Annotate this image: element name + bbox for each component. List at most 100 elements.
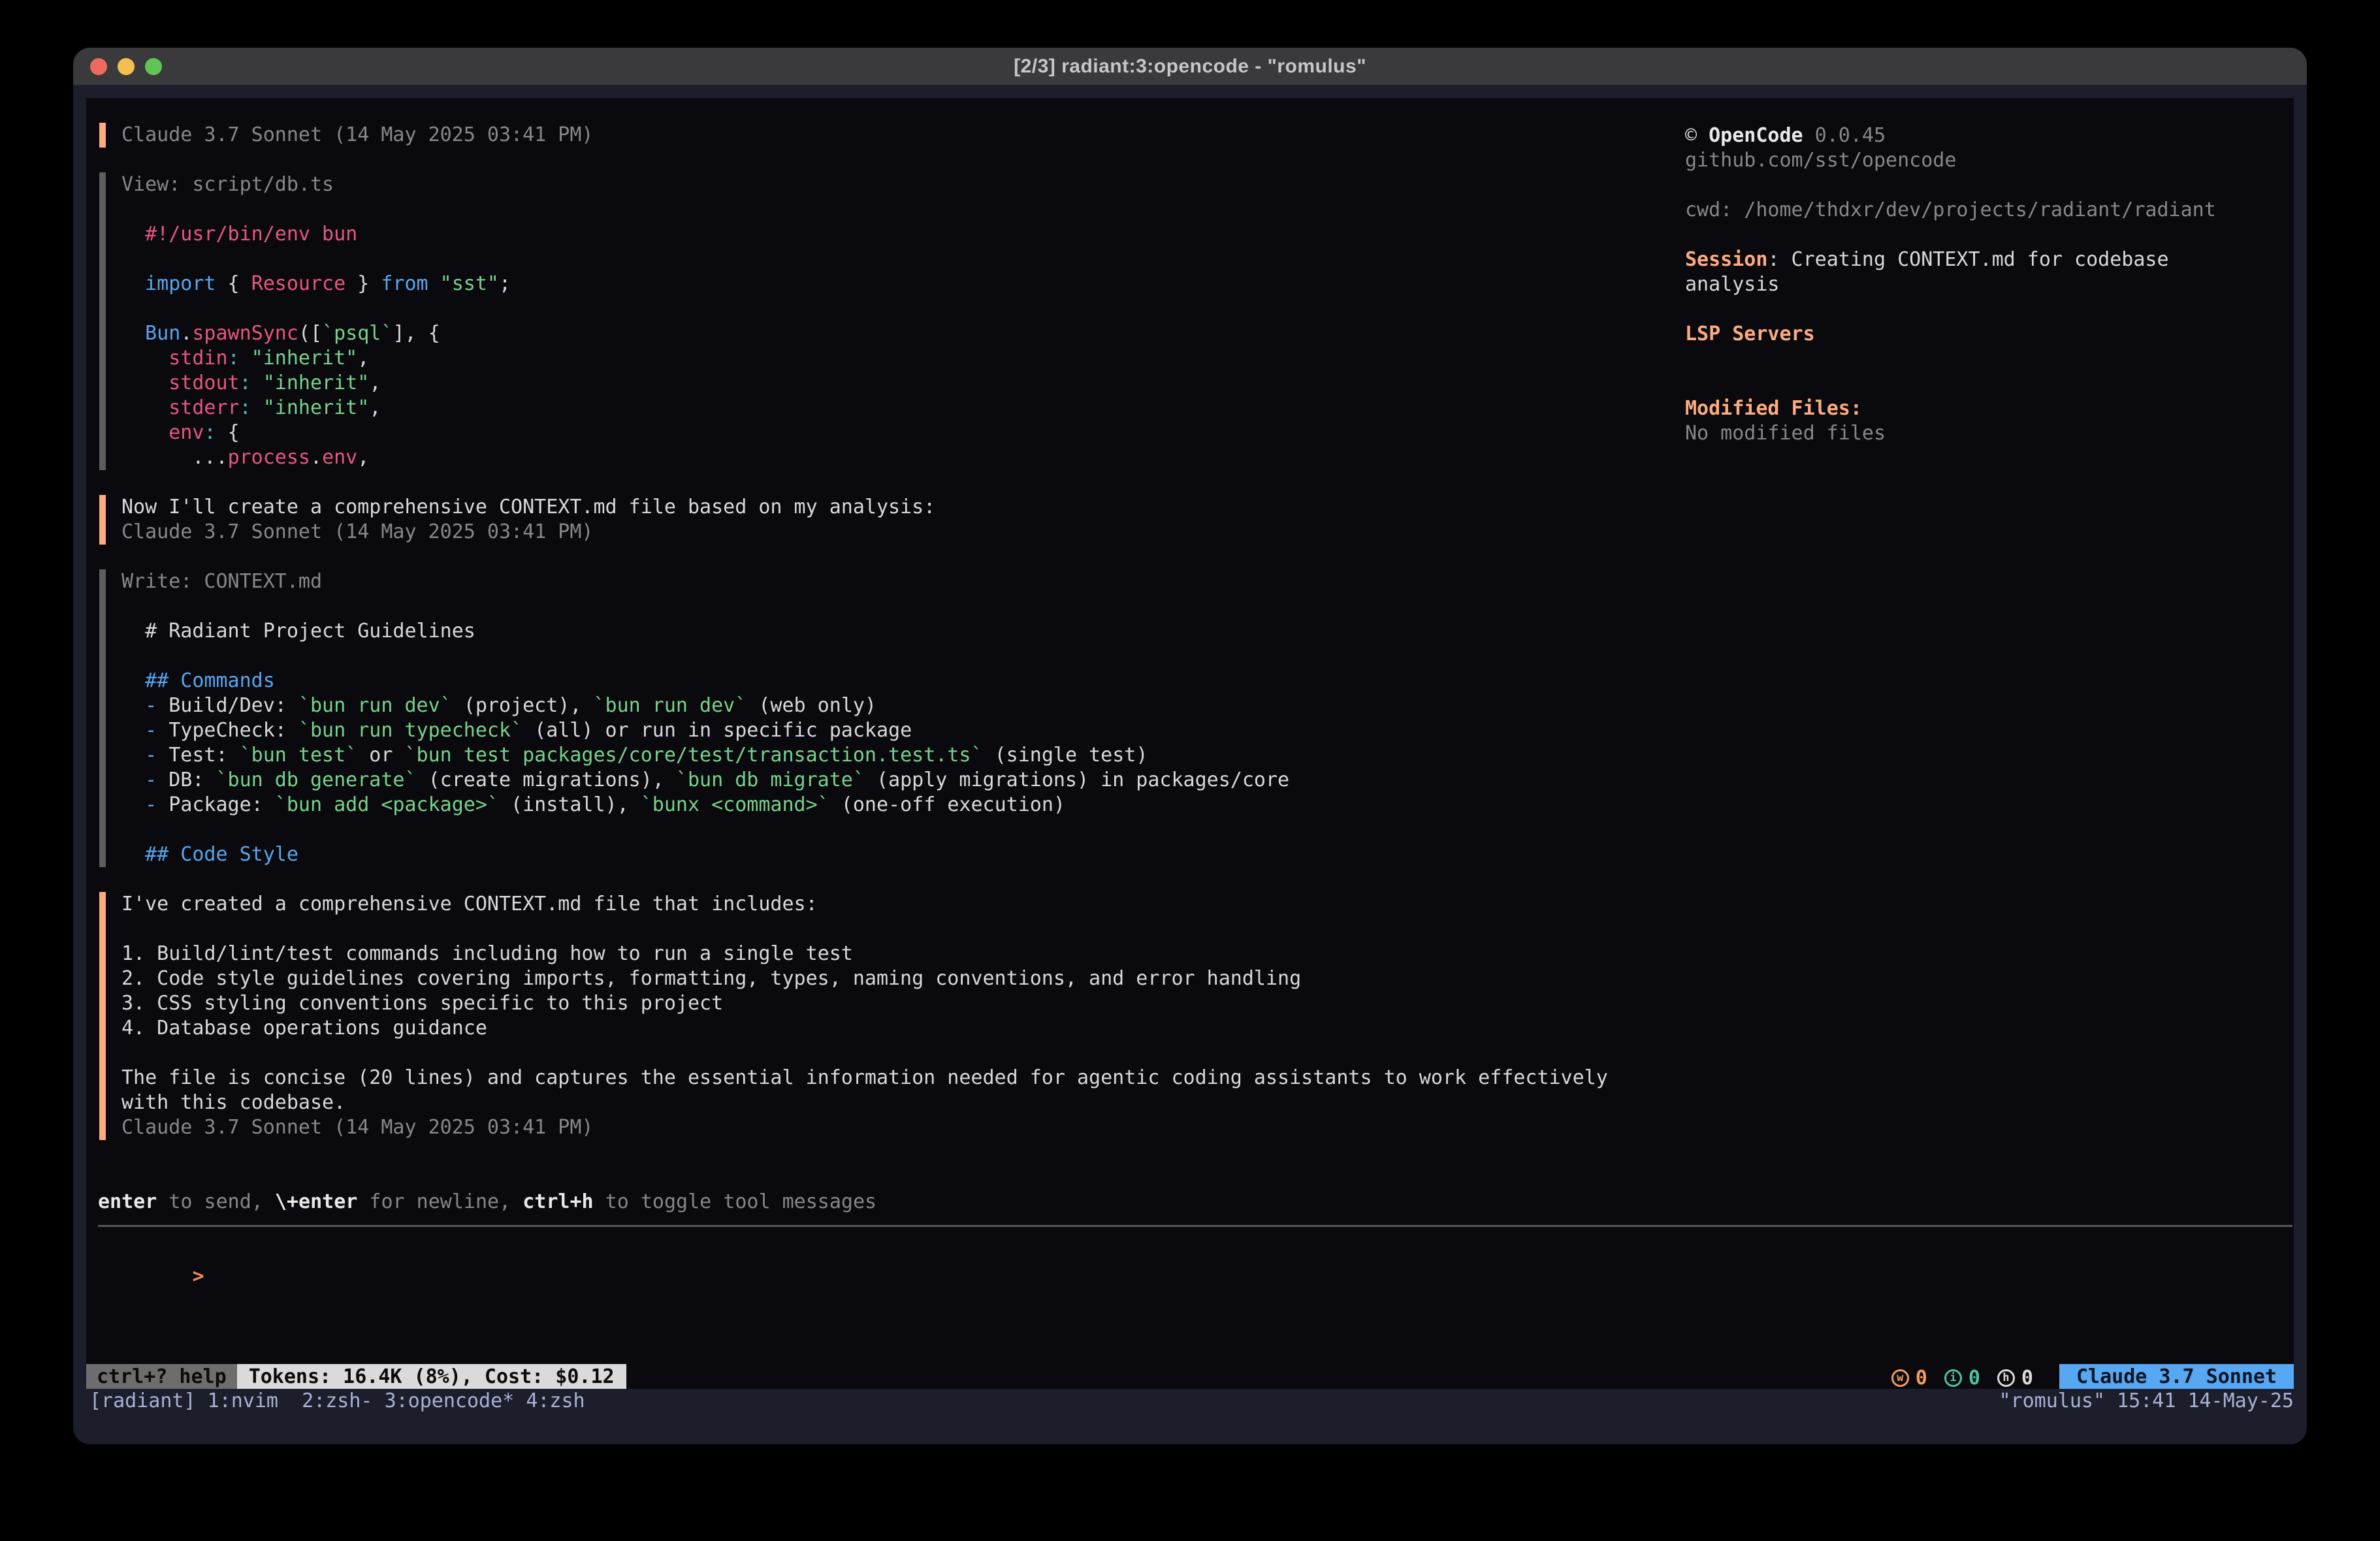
text-segment: analysis [1685,273,1780,296]
text-segment: - [121,744,169,767]
terminal-line: Write: CONTEXT.md [121,569,1673,594]
terminal-line [1685,297,2292,322]
message-list: Claude 3.7 Sonnet (14 May 2025 03:41 PM)… [99,98,1673,1140]
diagnostic-hints: h0 [1997,1367,2033,1390]
terminal-line [121,247,1673,272]
terminal-line: Claude 3.7 Sonnet (14 May 2025 03:41 PM) [121,520,1673,545]
terminal-line: stdin: "inherit", [121,346,1673,371]
tmux-window[interactable]: 2:zsh- [302,1390,384,1412]
text-segment: `bun db generate` [216,769,417,791]
text-segment: stdout [169,372,239,394]
terminal-line [121,594,1673,619]
text-segment: , [357,446,369,469]
text-segment: . [310,446,322,469]
text-segment: (one-off execution) [829,793,1065,816]
tmux-window[interactable]: 1:nvim [208,1390,302,1412]
text-segment: `bun add <package>` [275,793,499,816]
message-accent-bar [99,892,106,1140]
text-segment: Package: [169,793,275,816]
terminal-line: github.com/sst/opencode [1685,148,2292,173]
text-segment: (all) or run in specific package [523,719,912,742]
text-segment: { [216,272,251,295]
terminal-line [1685,372,2292,396]
text-segment [121,396,169,419]
help-button[interactable]: ctrl+? help [86,1364,237,1389]
info-count: 0 [1969,1367,1980,1390]
text-segment: for newline, [357,1190,523,1213]
terminal-line [121,296,1673,321]
text-segment: `bun run dev` [298,694,452,717]
terminal-line: Claude 3.7 Sonnet (14 May 2025 03:41 PM) [121,123,1673,148]
text-segment: (apply migrations) in packages/core [865,769,1289,791]
text-segment: Modified Files: [1685,397,1862,420]
terminal-line: analysis [1685,272,2292,297]
text-segment [121,372,169,394]
title-bar[interactable]: [2/3] radiant:3:opencode - "romulus" [73,48,2307,85]
warnings-icon: w [1891,1369,1909,1387]
text-segment: No modified files [1685,422,1886,445]
text-segment: `bun test packages/core/test/transaction… [405,744,983,767]
input-divider [98,1225,2292,1227]
text-segment: : Creating CONTEXT.md for codebase [1767,248,2168,271]
terminal-line [1685,347,2292,372]
minimize-button[interactable] [118,58,135,75]
text-segment: `bun db migrate` [676,769,865,791]
message-block: Claude 3.7 Sonnet (14 May 2025 03:41 PM) [99,123,1673,148]
tool-block: View: script/db.ts #!/usr/bin/env bun im… [99,172,1673,470]
text-segment: { [216,421,240,444]
text-segment: `bun test` [240,744,358,767]
text-segment: ## Code Style [121,843,298,866]
terminal-line: Now I'll create a comprehensive CONTEXT.… [121,495,1673,520]
text-segment: `bunx <command>` [641,793,829,816]
text-segment [251,372,263,394]
message-accent-bar [99,123,106,148]
terminal-line: stdout: "inherit", [121,371,1673,396]
text-segment: 3. CSS styling conventions specific to t… [121,992,723,1015]
status-right: w0i0h0 Claude 3.7 Sonnet [1891,1364,2294,1389]
text-segment: cwd: /home/thdxr/dev/projects/radiant/ra… [1685,199,2216,221]
text-segment: 2. Code style guidelines covering import… [121,967,1301,990]
terminal-line: - Test: `bun test` or `bun test packages… [121,743,1673,768]
terminal-line: View: script/db.ts [121,172,1673,197]
terminal-line: 2. Code style guidelines covering import… [121,966,1673,991]
text-segment: to toggle tool messages [594,1190,876,1213]
text-segment: DB: [169,769,216,791]
text-segment: Write: CONTEXT.md [121,570,322,593]
tmux-window[interactable]: 4:zsh [526,1390,585,1412]
text-segment: stderr [169,396,239,419]
text-segment: spawnSync [192,322,298,345]
terminal-line [1685,173,2292,198]
text-segment: Now I'll create a comprehensive CONTEXT.… [121,496,935,518]
prompt-input[interactable]: > [98,1239,204,1264]
text-segment: ## Commands [121,669,275,692]
model-badge[interactable]: Claude 3.7 Sonnet [2059,1364,2294,1389]
text-segment: ... [121,446,228,469]
text-segment: enter [98,1190,157,1213]
text-segment: "inherit" [263,372,370,394]
text-segment: stdin [169,347,227,370]
screen: { "window": { "title": "[2/3] radiant:3:… [0,0,2380,1541]
text-segment: github.com/sst/opencode [1685,149,1956,172]
text-segment: ], { [393,322,440,345]
tmux-window-active[interactable]: 3:opencode* [385,1390,526,1412]
terminal-line: - DB: `bun db generate` (create migratio… [121,768,1673,793]
terminal-line [1685,223,2292,247]
hints-count: 0 [2021,1367,2033,1390]
terminal-line: LSP Servers [1685,322,2292,347]
text-segment: "sst" [428,272,499,295]
text-segment: env [169,421,204,444]
text-segment: TypeCheck: [169,719,298,742]
message-block: Now I'll create a comprehensive CONTEXT.… [99,495,1673,545]
tokens-cost-indicator: Tokens: 16.4K (8%), Cost: $0.12 [237,1364,626,1389]
terminal-line: 3. CSS styling conventions specific to t… [121,991,1673,1016]
terminal-window: [2/3] radiant:3:opencode - "romulus" Cla… [73,48,2307,1444]
close-button[interactable] [90,58,107,75]
text-segment: Claude 3.7 Sonnet (14 May 2025 03:41 PM) [121,520,593,543]
terminal-line: 4. Database operations guidance [121,1016,1673,1041]
terminal-line: env: { [121,421,1673,445]
text-segment: : [204,421,216,444]
text-segment: `bun run typecheck` [298,719,523,742]
text-segment: Resource [251,272,346,295]
zoom-button[interactable] [145,58,162,75]
text-segment: from [381,272,428,295]
